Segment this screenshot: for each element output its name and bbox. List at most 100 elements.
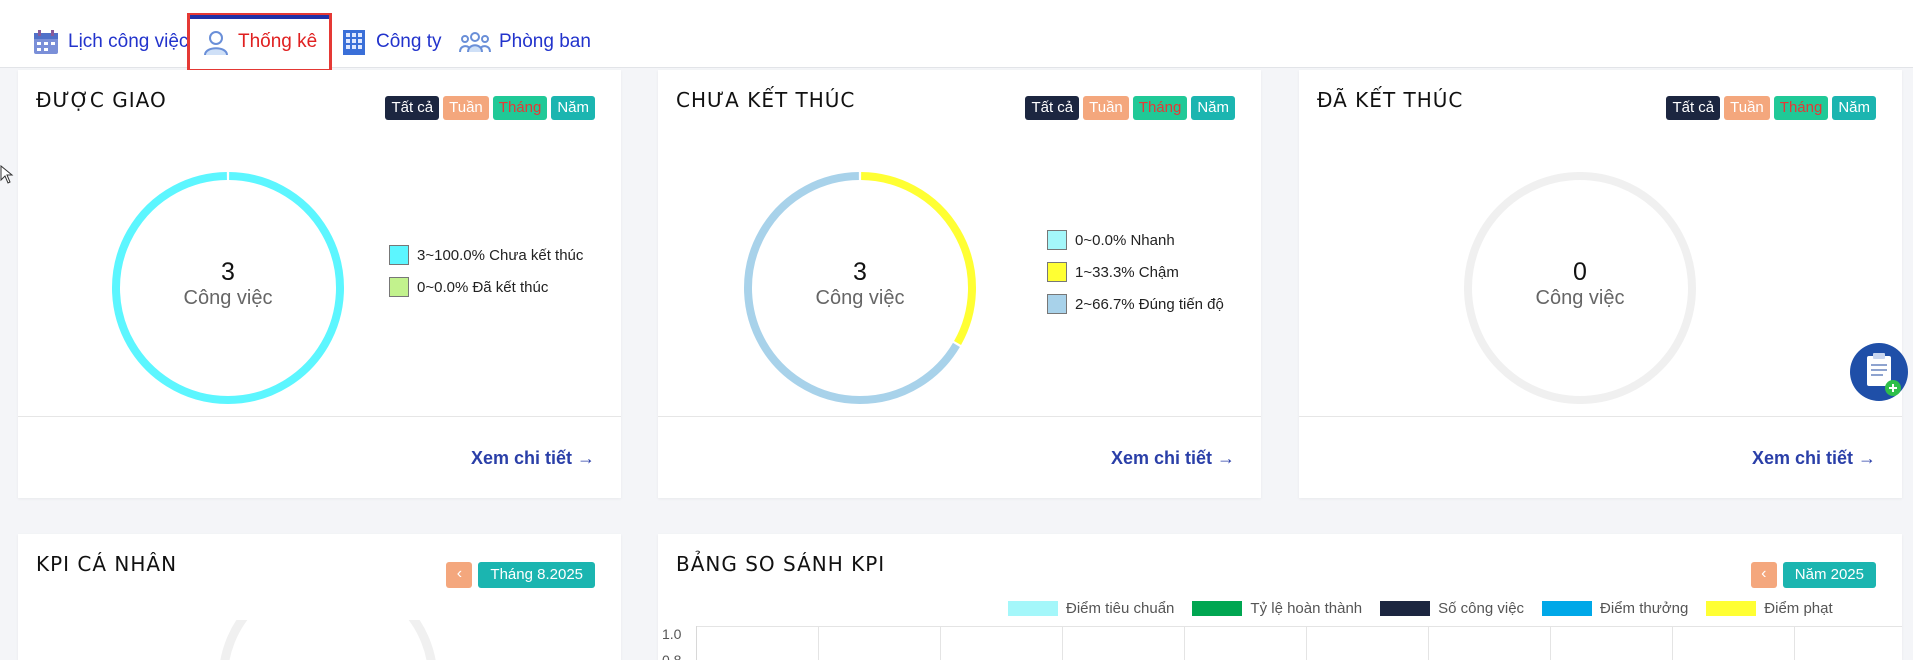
view-detail-label: Xem chi tiết — [1110, 448, 1212, 468]
legend-label: Điểm tiêu chuẩn — [1066, 600, 1175, 617]
filter-week-button[interactable]: Tuần — [1083, 96, 1129, 120]
card-finished: ĐÃ KẾT THÚC Tất cả Tuần Tháng Năm 0 Công… — [1299, 70, 1902, 498]
legend-swatch — [1047, 294, 1067, 314]
divider — [1299, 416, 1902, 417]
gridline — [1550, 626, 1551, 660]
filter-group: Tất cả Tuần Tháng Năm — [1666, 96, 1876, 120]
filter-month-button[interactable]: Tháng — [1132, 96, 1188, 120]
view-detail-link[interactable]: Xem chi tiết → — [1752, 448, 1876, 469]
legend-label: Tỷ lệ hoàn thành — [1250, 600, 1363, 617]
card-personal-kpi: KPI CÁ NHÂN ‹ Tháng 8.2025 — [18, 534, 621, 660]
arrow-right-icon: → — [577, 448, 595, 468]
task-unit: Công việc — [183, 287, 273, 309]
legend-item[interactable]: Điểm phạt — [1706, 600, 1833, 617]
donut-center: 3 Công việc — [760, 258, 960, 310]
card-title: BẢNG SO SÁNH KPI — [676, 552, 886, 576]
filter-week-button[interactable]: Tuần — [1724, 96, 1770, 120]
task-count: 0 — [1573, 258, 1587, 286]
arrow-right-icon: → — [1858, 448, 1876, 468]
legend-swatch — [389, 245, 409, 265]
kpi-bar-chart: 1.0 0.8 — [658, 626, 1902, 660]
gridline — [1672, 626, 1673, 660]
gridline — [1428, 626, 1429, 660]
legend-label: 1~33.3% Chậm — [1075, 263, 1179, 281]
mouse-cursor-icon — [0, 165, 14, 184]
filter-group: Tất cả Tuần Tháng Năm — [1025, 96, 1235, 120]
legend-label: 0~0.0% Đã kết thúc — [417, 278, 549, 296]
period-controls: ‹ Tháng 8.2025 — [446, 562, 595, 588]
divider — [18, 416, 621, 417]
donut-center: 0 Công việc — [1480, 258, 1680, 310]
gridline — [818, 626, 819, 660]
legend-label: Số công việc — [1438, 600, 1525, 617]
period-selector[interactable]: Năm 2025 — [1782, 562, 1876, 588]
card-kpi-comparison: BẢNG SO SÁNH KPI ‹ Năm 2025 Điểm tiêu ch… — [658, 534, 1902, 660]
legend-item[interactable]: Điểm tiêu chuẩn — [1008, 600, 1174, 617]
view-detail-link[interactable]: Xem chi tiết → — [1111, 448, 1235, 469]
legend-item[interactable]: Tỷ lệ hoàn thành — [1192, 600, 1362, 617]
donut-legend: 0~0.0% Nhanh 1~33.3% Chậm 2~66.7% Đúng t… — [1047, 224, 1224, 320]
tab-company[interactable]: Công ty — [340, 16, 441, 68]
legend-item: 1~33.3% Chậm — [1047, 256, 1224, 288]
tab-label: Công ty — [376, 31, 442, 52]
legend-item: 3~100.0% Chưa kết thúc — [389, 239, 583, 271]
filter-all-button[interactable]: Tất cả — [385, 96, 440, 120]
card-title: ĐƯỢC GIAO — [36, 88, 167, 112]
legend-swatch — [1706, 601, 1757, 616]
filter-year-button[interactable]: Năm — [1191, 96, 1235, 120]
period-selector[interactable]: Tháng 8.2025 — [478, 562, 595, 588]
add-task-fab[interactable] — [1850, 343, 1908, 401]
task-unit: Công việc — [815, 287, 905, 309]
prev-period-button[interactable]: ‹ — [446, 562, 473, 588]
tab-statistics[interactable]: Thống kê — [187, 13, 333, 72]
gridline — [1306, 626, 1307, 660]
filter-group: Tất cả Tuần Tháng Năm — [385, 96, 595, 120]
gridline — [1184, 626, 1185, 660]
tab-work-calendar[interactable]: Lịch công việc — [32, 16, 188, 68]
legend-swatch — [1008, 601, 1058, 616]
legend-label: 3~100.0% Chưa kết thúc — [417, 246, 584, 264]
y-tick-label: 1.0 — [662, 626, 682, 642]
filter-month-button[interactable]: Tháng — [1773, 96, 1829, 120]
y-axis — [696, 626, 697, 660]
task-count: 3 — [221, 258, 235, 286]
donut-legend: 3~100.0% Chưa kết thúc 0~0.0% Đã kết thú… — [389, 239, 583, 303]
card-not-finished: CHƯA KẾT THÚC Tất cả Tuần Tháng Năm 3 Cô… — [658, 70, 1261, 498]
building-icon — [343, 30, 365, 55]
arrow-right-icon: → — [1217, 448, 1235, 468]
legend-label: Điểm phạt — [1764, 600, 1833, 617]
legend-swatch — [1380, 601, 1431, 616]
prev-period-button[interactable]: ‹ — [1750, 562, 1777, 588]
legend-item[interactable]: Số công việc — [1380, 600, 1524, 617]
calendar-icon — [34, 30, 58, 54]
card-assigned: ĐƯỢC GIAO Tất cả Tuần Tháng Năm 3 Công v… — [18, 70, 621, 498]
legend-swatch — [389, 277, 409, 297]
filter-all-button[interactable]: Tất cả — [1025, 96, 1080, 120]
filter-week-button[interactable]: Tuần — [443, 96, 489, 120]
card-title: KPI CÁ NHÂN — [36, 552, 178, 576]
legend-label: 2~66.7% Đúng tiến độ — [1075, 295, 1224, 313]
legend-swatch — [1542, 601, 1593, 616]
legend-swatch — [1047, 262, 1067, 282]
legend-label: 0~0.0% Nhanh — [1075, 231, 1175, 249]
legend-swatch — [1192, 601, 1243, 616]
gridline — [696, 626, 1902, 627]
legend-swatch — [1047, 230, 1067, 250]
legend-item: 0~0.0% Nhanh — [1047, 224, 1224, 256]
period-controls: ‹ Năm 2025 — [1750, 562, 1876, 588]
filter-month-button[interactable]: Tháng — [492, 96, 548, 120]
card-title: ĐÃ KẾT THÚC — [1317, 88, 1464, 112]
task-count: 3 — [853, 258, 867, 286]
task-unit: Công việc — [1535, 287, 1625, 309]
tab-label: Thống kê — [238, 31, 318, 52]
tab-departments[interactable]: Phòng ban — [459, 16, 591, 68]
view-detail-label: Xem chi tiết — [470, 448, 572, 468]
divider — [658, 416, 1261, 417]
filter-all-button[interactable]: Tất cả — [1666, 96, 1721, 120]
legend-item: 2~66.7% Đúng tiến độ — [1047, 288, 1224, 320]
legend-item[interactable]: Điểm thưởng — [1542, 600, 1688, 617]
filter-year-button[interactable]: Năm — [551, 96, 595, 120]
group-icon — [459, 32, 491, 53]
view-detail-link[interactable]: Xem chi tiết → — [471, 448, 595, 469]
filter-year-button[interactable]: Năm — [1832, 96, 1876, 120]
